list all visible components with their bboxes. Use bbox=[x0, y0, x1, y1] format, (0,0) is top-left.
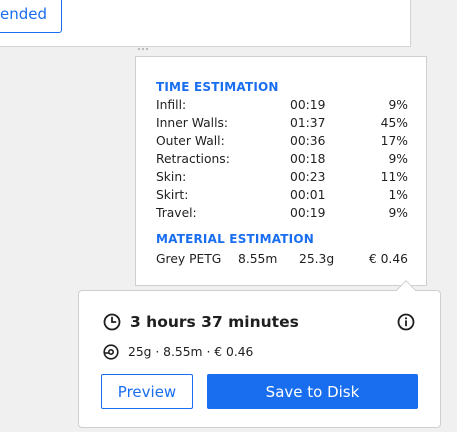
time-row-travel: Travel: 00:19 9% bbox=[156, 204, 408, 222]
row-label: Outer Wall: bbox=[156, 134, 225, 148]
row-time: 00:36 bbox=[290, 134, 326, 148]
time-row-skirt: Skirt: 00:01 1% bbox=[156, 186, 408, 204]
row-percent: 9% bbox=[388, 206, 408, 220]
resize-handle[interactable] bbox=[138, 48, 152, 52]
material-summary: 25g · 8.55m · € 0.46 bbox=[128, 345, 254, 359]
row-label: Skin: bbox=[156, 170, 187, 184]
row-time: 00:23 bbox=[290, 170, 326, 184]
estimation-content: TIME ESTIMATION Infill: 00:19 9% Inner W… bbox=[156, 79, 408, 268]
material-cost: € 0.46 bbox=[368, 252, 408, 266]
row-time: 00:18 bbox=[290, 152, 326, 166]
row-label: Retractions: bbox=[156, 152, 230, 166]
row-time: 00:19 bbox=[290, 206, 326, 220]
row-percent: 9% bbox=[388, 98, 408, 112]
row-percent: 17% bbox=[380, 134, 408, 148]
info-icon[interactable] bbox=[397, 313, 415, 331]
preview-button[interactable]: Preview bbox=[101, 374, 193, 409]
spool-icon bbox=[103, 344, 119, 360]
row-label: Skirt: bbox=[156, 188, 189, 202]
clock-icon bbox=[103, 313, 121, 331]
row-time: 00:19 bbox=[290, 98, 326, 112]
row-time: 01:37 bbox=[290, 116, 326, 130]
print-settings-panel: ended bbox=[0, 0, 411, 47]
save-to-disk-button[interactable]: Save to Disk bbox=[207, 374, 418, 409]
recommended-button[interactable]: ended bbox=[0, 0, 62, 33]
row-label: Travel: bbox=[156, 206, 197, 220]
material-name: Grey PETG bbox=[156, 252, 222, 266]
material-length: 8.55m bbox=[238, 252, 278, 266]
row-percent: 1% bbox=[388, 188, 408, 202]
row-percent: 11% bbox=[380, 170, 408, 184]
print-time-line: 3 hours 37 minutes bbox=[103, 313, 299, 331]
time-row-outer-wall: Outer Wall: 00:36 17% bbox=[156, 132, 408, 150]
row-time: 00:01 bbox=[290, 188, 326, 202]
row-percent: 45% bbox=[380, 116, 408, 130]
time-estimation-title: TIME ESTIMATION bbox=[156, 80, 279, 94]
time-row-skin: Skin: 00:23 11% bbox=[156, 168, 408, 186]
material-line: 25g · 8.55m · € 0.46 bbox=[103, 344, 253, 360]
material-weight: 25.3g bbox=[299, 252, 335, 266]
material-estimation-title: MATERIAL ESTIMATION bbox=[156, 232, 314, 246]
time-row-retractions: Retractions: 00:18 9% bbox=[156, 150, 408, 168]
time-row-inner-walls: Inner Walls: 01:37 45% bbox=[156, 114, 408, 132]
print-time: 3 hours 37 minutes bbox=[130, 313, 299, 331]
time-estimation-table: Infill: 00:19 9% Inner Walls: 01:37 45% … bbox=[156, 96, 408, 222]
material-row: Grey PETG 8.55m 25.3g € 0.46 bbox=[156, 250, 408, 268]
row-label: Infill: bbox=[156, 98, 187, 112]
row-label: Inner Walls: bbox=[156, 116, 229, 130]
row-percent: 9% bbox=[388, 152, 408, 166]
estimation-popup: TIME ESTIMATION Infill: 00:19 9% Inner W… bbox=[135, 56, 427, 286]
app-root: ended TIME ESTIMATION Infill: 00:19 9% I… bbox=[0, 0, 457, 432]
print-action-panel: 3 hours 37 minutes 25g · 8.55m · € 0.46 … bbox=[78, 280, 441, 428]
time-row-infill: Infill: 00:19 9% bbox=[156, 96, 408, 114]
